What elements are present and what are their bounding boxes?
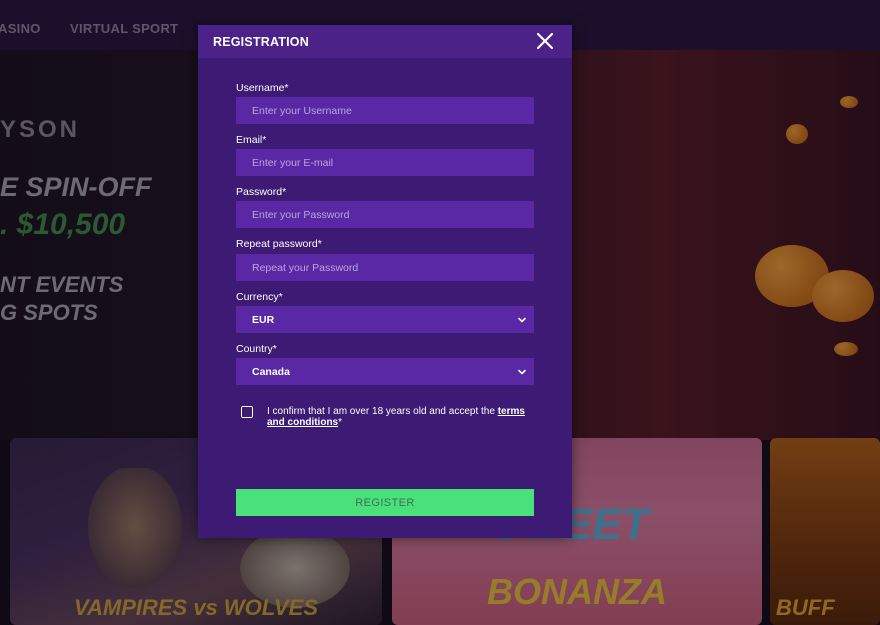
country-label: Country* (236, 343, 277, 355)
close-button[interactable] (535, 31, 555, 51)
consent-required-mark: * (338, 417, 343, 428)
currency-select[interactable]: EUR (236, 306, 534, 333)
chevron-down-icon (518, 369, 526, 375)
country-value: Canada (252, 365, 290, 378)
email-label: Email* (236, 134, 267, 146)
page: ASINO VIRTUAL SPORT YSON E SPIN-OFF . $1… (0, 0, 880, 625)
country-select[interactable]: Canada (236, 358, 534, 385)
email-input[interactable] (236, 149, 534, 176)
age-consent-text: I confirm that I am over 18 years old an… (267, 406, 537, 428)
username-label: Username* (236, 82, 289, 94)
chevron-down-icon (518, 317, 526, 323)
repeat-password-label: Repeat password* (236, 238, 322, 250)
register-button[interactable]: REGISTER (236, 489, 534, 516)
username-input[interactable] (236, 97, 534, 124)
currency-value: EUR (252, 313, 275, 326)
password-input[interactable] (236, 201, 534, 228)
registration-modal: REGISTRATION Username* Email* Password* … (198, 25, 572, 538)
age-consent-checkbox[interactable] (241, 406, 253, 418)
repeat-password-input[interactable] (236, 254, 534, 281)
currency-label: Currency* (236, 291, 283, 303)
close-icon (536, 32, 554, 50)
consent-text: I confirm that I am over 18 years old an… (267, 406, 495, 417)
modal-header: REGISTRATION (198, 25, 572, 58)
password-label: Password* (236, 186, 287, 198)
modal-title: REGISTRATION (213, 35, 309, 49)
